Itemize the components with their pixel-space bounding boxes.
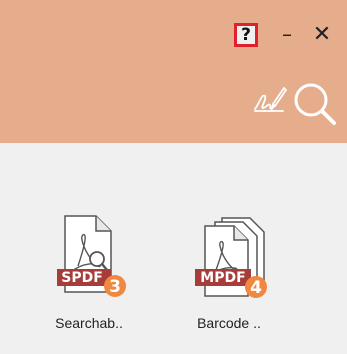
multi-pdf-icon: MPDF 4: [195, 217, 267, 298]
help-button[interactable]: ?: [234, 23, 258, 47]
search-icon: [294, 83, 336, 125]
sign-button[interactable]: [253, 84, 287, 114]
file-name-label: Barcode ..: [197, 315, 261, 331]
signature-icon: [254, 87, 287, 112]
file-type-tag: MPDF: [200, 270, 245, 286]
count-badge: 3: [109, 277, 121, 297]
count-badge: 4: [250, 278, 262, 298]
file-type-tag: SPDF: [61, 270, 103, 286]
close-button[interactable]: ✕: [311, 23, 333, 47]
search-button[interactable]: [292, 81, 338, 127]
file-name-label: Searchab..: [55, 315, 123, 331]
header-bar: ? – ✕: [0, 0, 347, 143]
minimize-button[interactable]: –: [277, 24, 297, 46]
app-window: ? – ✕ SPDF 3 Searchab.. MPDF 4 Barcode .…: [0, 0, 347, 354]
searchable-pdf-icon: SPDF 3: [57, 215, 126, 297]
file-tile-barcode[interactable]: MPDF 4 Barcode ..: [174, 206, 284, 346]
file-tile-searchable[interactable]: SPDF 3 Searchab..: [34, 206, 144, 346]
